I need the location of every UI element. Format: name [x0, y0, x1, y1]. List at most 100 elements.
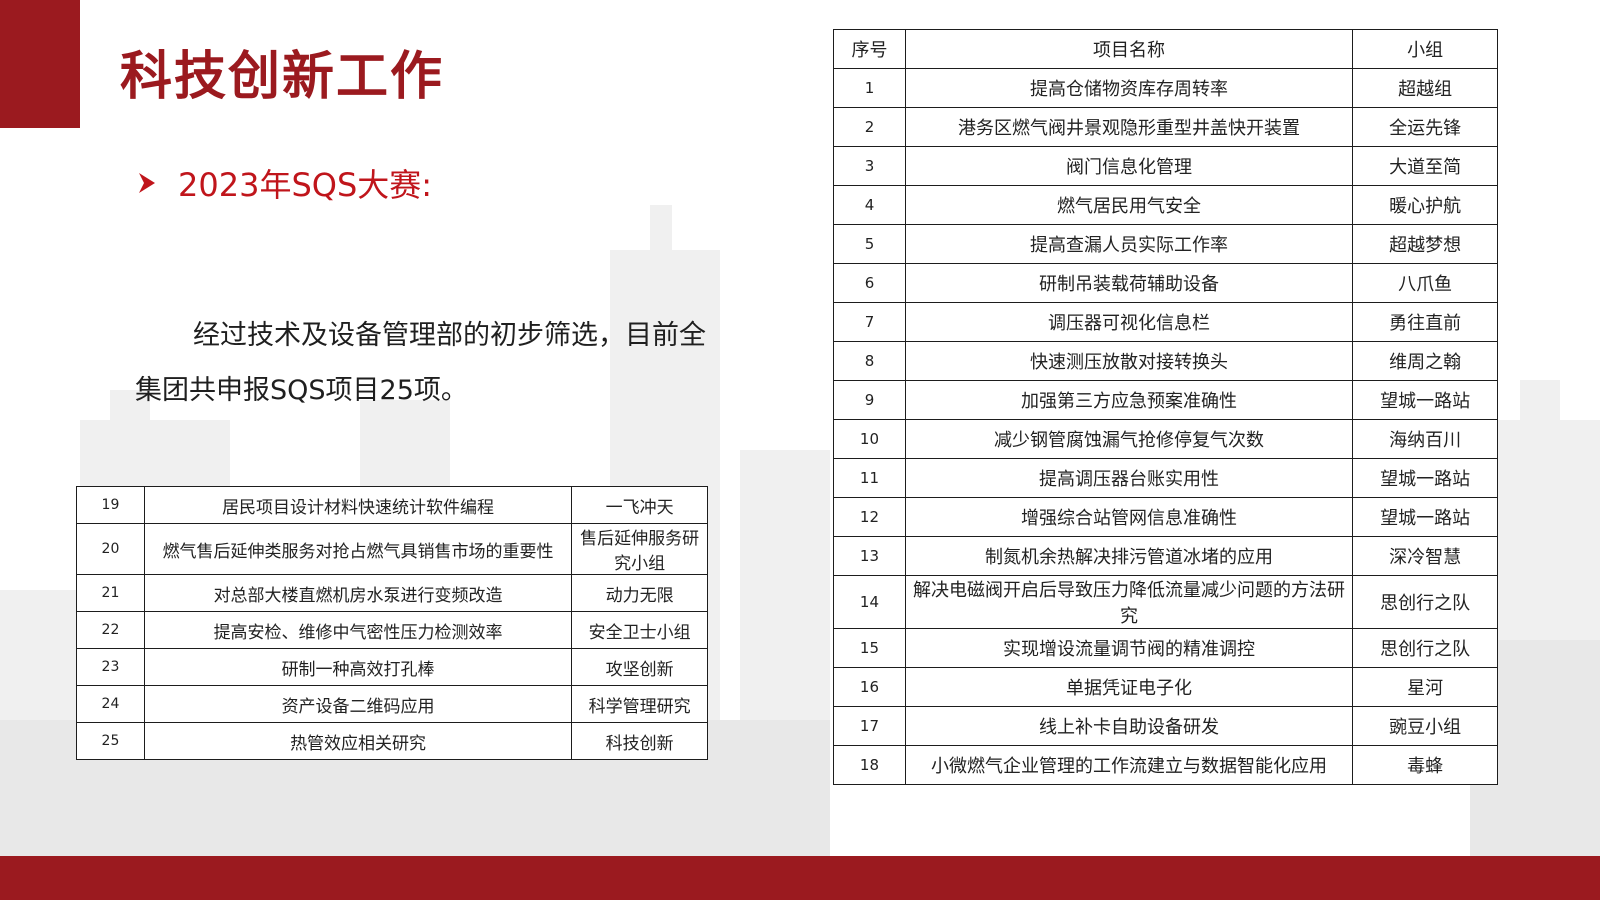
row-project-name: 热管效应相关研究 [143, 722, 573, 760]
row-team: 望城一路站 [1352, 497, 1498, 537]
table-row: 9 加强第三方应急预案准确性 望城一路站 [833, 380, 1498, 420]
summary-paragraph: 经过技术及设备管理部的初步筛选，目前全集团共申报SQS项目25项。 [135, 320, 706, 406]
row-index: 14 [833, 575, 906, 629]
row-index: 25 [76, 722, 145, 760]
row-index: 5 [833, 224, 906, 264]
row-team: 一飞冲天 [571, 486, 708, 524]
row-team: 大道至简 [1352, 146, 1498, 186]
row-project-name: 制氮机余热解决排污管道冰堵的应用 [904, 536, 1354, 576]
row-project-name: 提高查漏人员实际工作率 [904, 224, 1354, 264]
row-team: 八爪鱼 [1352, 263, 1498, 303]
table-row: 4 燃气居民用气安全 暖心护航 [833, 185, 1498, 225]
row-project-name: 小微燃气企业管理的工作流建立与数据智能化应用 [904, 745, 1354, 785]
corner-accent-block [0, 0, 80, 128]
row-index: 23 [76, 648, 145, 686]
table-row: 8 快速测压放散对接转换头 维周之翰 [833, 341, 1498, 381]
row-project-name: 增强综合站管网信息准确性 [904, 497, 1354, 537]
table-row: 24 资产设备二维码应用 科学管理研究 [76, 685, 708, 723]
row-team: 售后延伸服务研究小组 [571, 523, 708, 575]
row-project-name: 解决电磁阀开启后导致压力降低流量减少问题的方法研究 [904, 575, 1354, 629]
row-team: 豌豆小组 [1352, 706, 1498, 746]
table-row: 17 线上补卡自助设备研发 豌豆小组 [833, 706, 1498, 746]
table-row: 2 港务区燃气阀井景观隐形重型井盖快开装置 全运先锋 [833, 107, 1498, 147]
project-table-continued: 19 居民项目设计材料快速统计软件编程 一飞冲天 20 燃气售后延伸类服务对抢占燃气具销… [76, 486, 708, 760]
table-row: 23 研制一种高效打孔棒 攻坚创新 [76, 648, 708, 686]
row-index: 21 [76, 574, 145, 612]
row-team: 超越梦想 [1352, 224, 1498, 264]
row-team: 勇往直前 [1352, 302, 1498, 342]
table-row: 1 提高仓储物资库存周转率 超越组 [833, 68, 1498, 108]
row-index: 24 [76, 685, 145, 723]
row-index: 18 [833, 745, 906, 785]
row-project-name: 居民项目设计材料快速统计软件编程 [143, 486, 573, 524]
row-index: 20 [76, 523, 145, 575]
arrow-bullet-icon [139, 173, 155, 193]
row-project-name: 单据凭证电子化 [904, 667, 1354, 707]
row-team: 望城一路站 [1352, 458, 1498, 498]
row-index: 13 [833, 536, 906, 576]
row-project-name: 燃气居民用气安全 [904, 185, 1354, 225]
subtitle-text: 2023年SQS大赛: [178, 166, 433, 204]
table-row: 16 单据凭证电子化 星河 [833, 667, 1498, 707]
table-row: 11 提高调压器台账实用性 望城一路站 [833, 458, 1498, 498]
footer-bar [0, 856, 1600, 900]
row-project-name: 提高仓储物资库存周转率 [904, 68, 1354, 108]
row-index: 11 [833, 458, 906, 498]
table-row: 5 提高查漏人员实际工作率 超越梦想 [833, 224, 1498, 264]
row-project-name: 阀门信息化管理 [904, 146, 1354, 186]
table-header-row: 序号 项目名称 小组 [833, 29, 1498, 69]
row-index: 16 [833, 667, 906, 707]
table-row: 22 提高安检、维修中气密性压力检测效率 安全卫士小组 [76, 611, 708, 649]
row-team: 思创行之队 [1352, 575, 1498, 629]
row-team: 暖心护航 [1352, 185, 1498, 225]
header-team: 小组 [1352, 29, 1498, 69]
row-index: 4 [833, 185, 906, 225]
table-row: 3 阀门信息化管理 大道至简 [833, 146, 1498, 186]
row-index: 7 [833, 302, 906, 342]
row-project-name: 快速测压放散对接转换头 [904, 341, 1354, 381]
table-row: 12 增强综合站管网信息准确性 望城一路站 [833, 497, 1498, 537]
row-project-name: 对总部大楼直燃机房水泵进行变频改造 [143, 574, 573, 612]
row-project-name: 提高调压器台账实用性 [904, 458, 1354, 498]
row-index: 19 [76, 486, 145, 524]
table-row: 14 解决电磁阀开启后导致压力降低流量减少问题的方法研究 思创行之队 [833, 575, 1498, 629]
row-index: 22 [76, 611, 145, 649]
row-project-name: 资产设备二维码应用 [143, 685, 573, 723]
row-team: 维周之翰 [1352, 341, 1498, 381]
row-team: 攻坚创新 [571, 648, 708, 686]
row-team: 星河 [1352, 667, 1498, 707]
table-row: 25 热管效应相关研究 科技创新 [76, 722, 708, 760]
row-index: 17 [833, 706, 906, 746]
row-index: 15 [833, 628, 906, 668]
row-team: 动力无限 [571, 574, 708, 612]
row-project-name: 实现增设流量调节阀的精准调控 [904, 628, 1354, 668]
row-project-name: 加强第三方应急预案准确性 [904, 380, 1354, 420]
row-team: 海纳百川 [1352, 419, 1498, 459]
row-index: 12 [833, 497, 906, 537]
row-project-name: 研制吊装载荷辅助设备 [904, 263, 1354, 303]
header-project-name: 项目名称 [904, 29, 1354, 69]
table-row: 19 居民项目设计材料快速统计软件编程 一飞冲天 [76, 486, 708, 524]
row-index: 2 [833, 107, 906, 147]
row-index: 9 [833, 380, 906, 420]
row-team: 思创行之队 [1352, 628, 1498, 668]
project-table-main: 序号 项目名称 小组 1 提高仓储物资库存周转率 超越组 2 港务区燃气阀井景观隐形重型… [833, 29, 1498, 785]
page-title: 科技创新工作 [120, 47, 445, 107]
row-index: 1 [833, 68, 906, 108]
subtitle: 2023年SQS大赛: [138, 160, 432, 206]
row-project-name: 港务区燃气阀井景观隐形重型井盖快开装置 [904, 107, 1354, 147]
row-team: 全运先锋 [1352, 107, 1498, 147]
row-project-name: 调压器可视化信息栏 [904, 302, 1354, 342]
row-team: 安全卫士小组 [571, 611, 708, 649]
table-row: 7 调压器可视化信息栏 勇往直前 [833, 302, 1498, 342]
row-team: 科技创新 [571, 722, 708, 760]
table-row: 21 对总部大楼直燃机房水泵进行变频改造 动力无限 [76, 574, 708, 612]
table-row: 15 实现增设流量调节阀的精准调控 思创行之队 [833, 628, 1498, 668]
row-team: 望城一路站 [1352, 380, 1498, 420]
row-project-name: 研制一种高效打孔棒 [143, 648, 573, 686]
row-project-name: 燃气售后延伸类服务对抢占燃气具销售市场的重要性 [143, 523, 573, 575]
row-team: 毒蜂 [1352, 745, 1498, 785]
row-index: 6 [833, 263, 906, 303]
row-team: 深冷智慧 [1352, 536, 1498, 576]
table-row: 6 研制吊装载荷辅助设备 八爪鱼 [833, 263, 1498, 303]
